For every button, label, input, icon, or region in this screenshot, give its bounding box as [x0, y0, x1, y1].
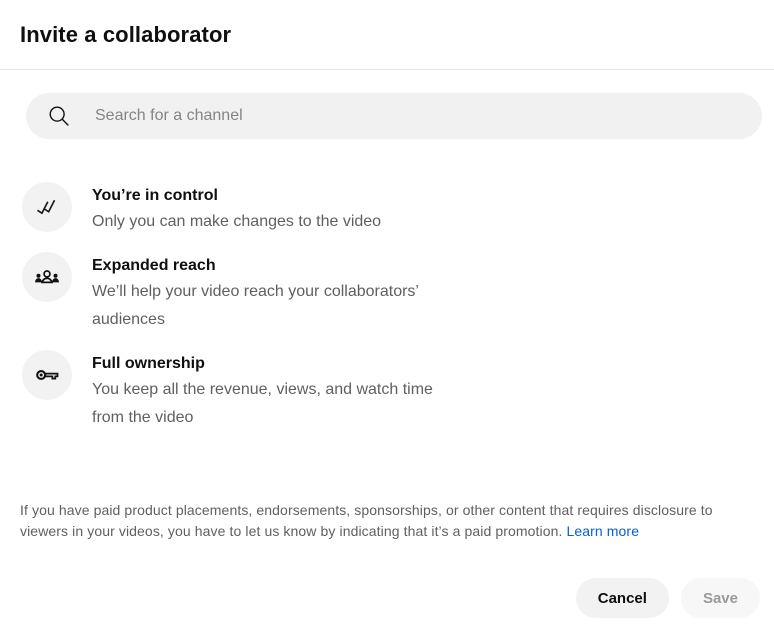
- feature-row-control: You’re in control Only you can make chan…: [22, 182, 754, 236]
- feature-title: Expanded reach: [92, 254, 448, 278]
- cancel-button[interactable]: Cancel: [576, 578, 669, 618]
- paid-promotion-disclosure: If you have paid product placements, end…: [20, 500, 758, 541]
- feature-text: Full ownership You keep all the revenue,…: [92, 350, 448, 432]
- search-icon: [46, 103, 72, 129]
- feature-row-reach: Expanded reach We’ll help your video rea…: [22, 252, 754, 334]
- dialog-header: Invite a collaborator: [0, 0, 774, 70]
- feature-list: You’re in control Only you can make chan…: [22, 182, 754, 432]
- learn-more-link[interactable]: Learn more: [566, 523, 639, 539]
- dialog-footer: Cancel Save: [576, 578, 760, 618]
- feature-text: Expanded reach We’ll help your video rea…: [92, 252, 448, 334]
- search-input[interactable]: [95, 107, 762, 125]
- save-button[interactable]: Save: [681, 578, 760, 618]
- feature-row-ownership: Full ownership You keep all the revenue,…: [22, 350, 754, 432]
- channel-search-bar[interactable]: [26, 93, 762, 139]
- dialog-title: Invite a collaborator: [20, 22, 231, 48]
- double-check-icon: [22, 182, 72, 232]
- feature-title: Full ownership: [92, 352, 448, 376]
- feature-text: You’re in control Only you can make chan…: [92, 182, 381, 236]
- feature-title: You’re in control: [92, 184, 381, 208]
- key-icon: [22, 350, 72, 400]
- feature-description: We’ll help your video reach your collabo…: [92, 278, 448, 334]
- people-group-icon: [22, 252, 72, 302]
- feature-description: Only you can make changes to the video: [92, 208, 381, 236]
- feature-description: You keep all the revenue, views, and wat…: [92, 376, 448, 432]
